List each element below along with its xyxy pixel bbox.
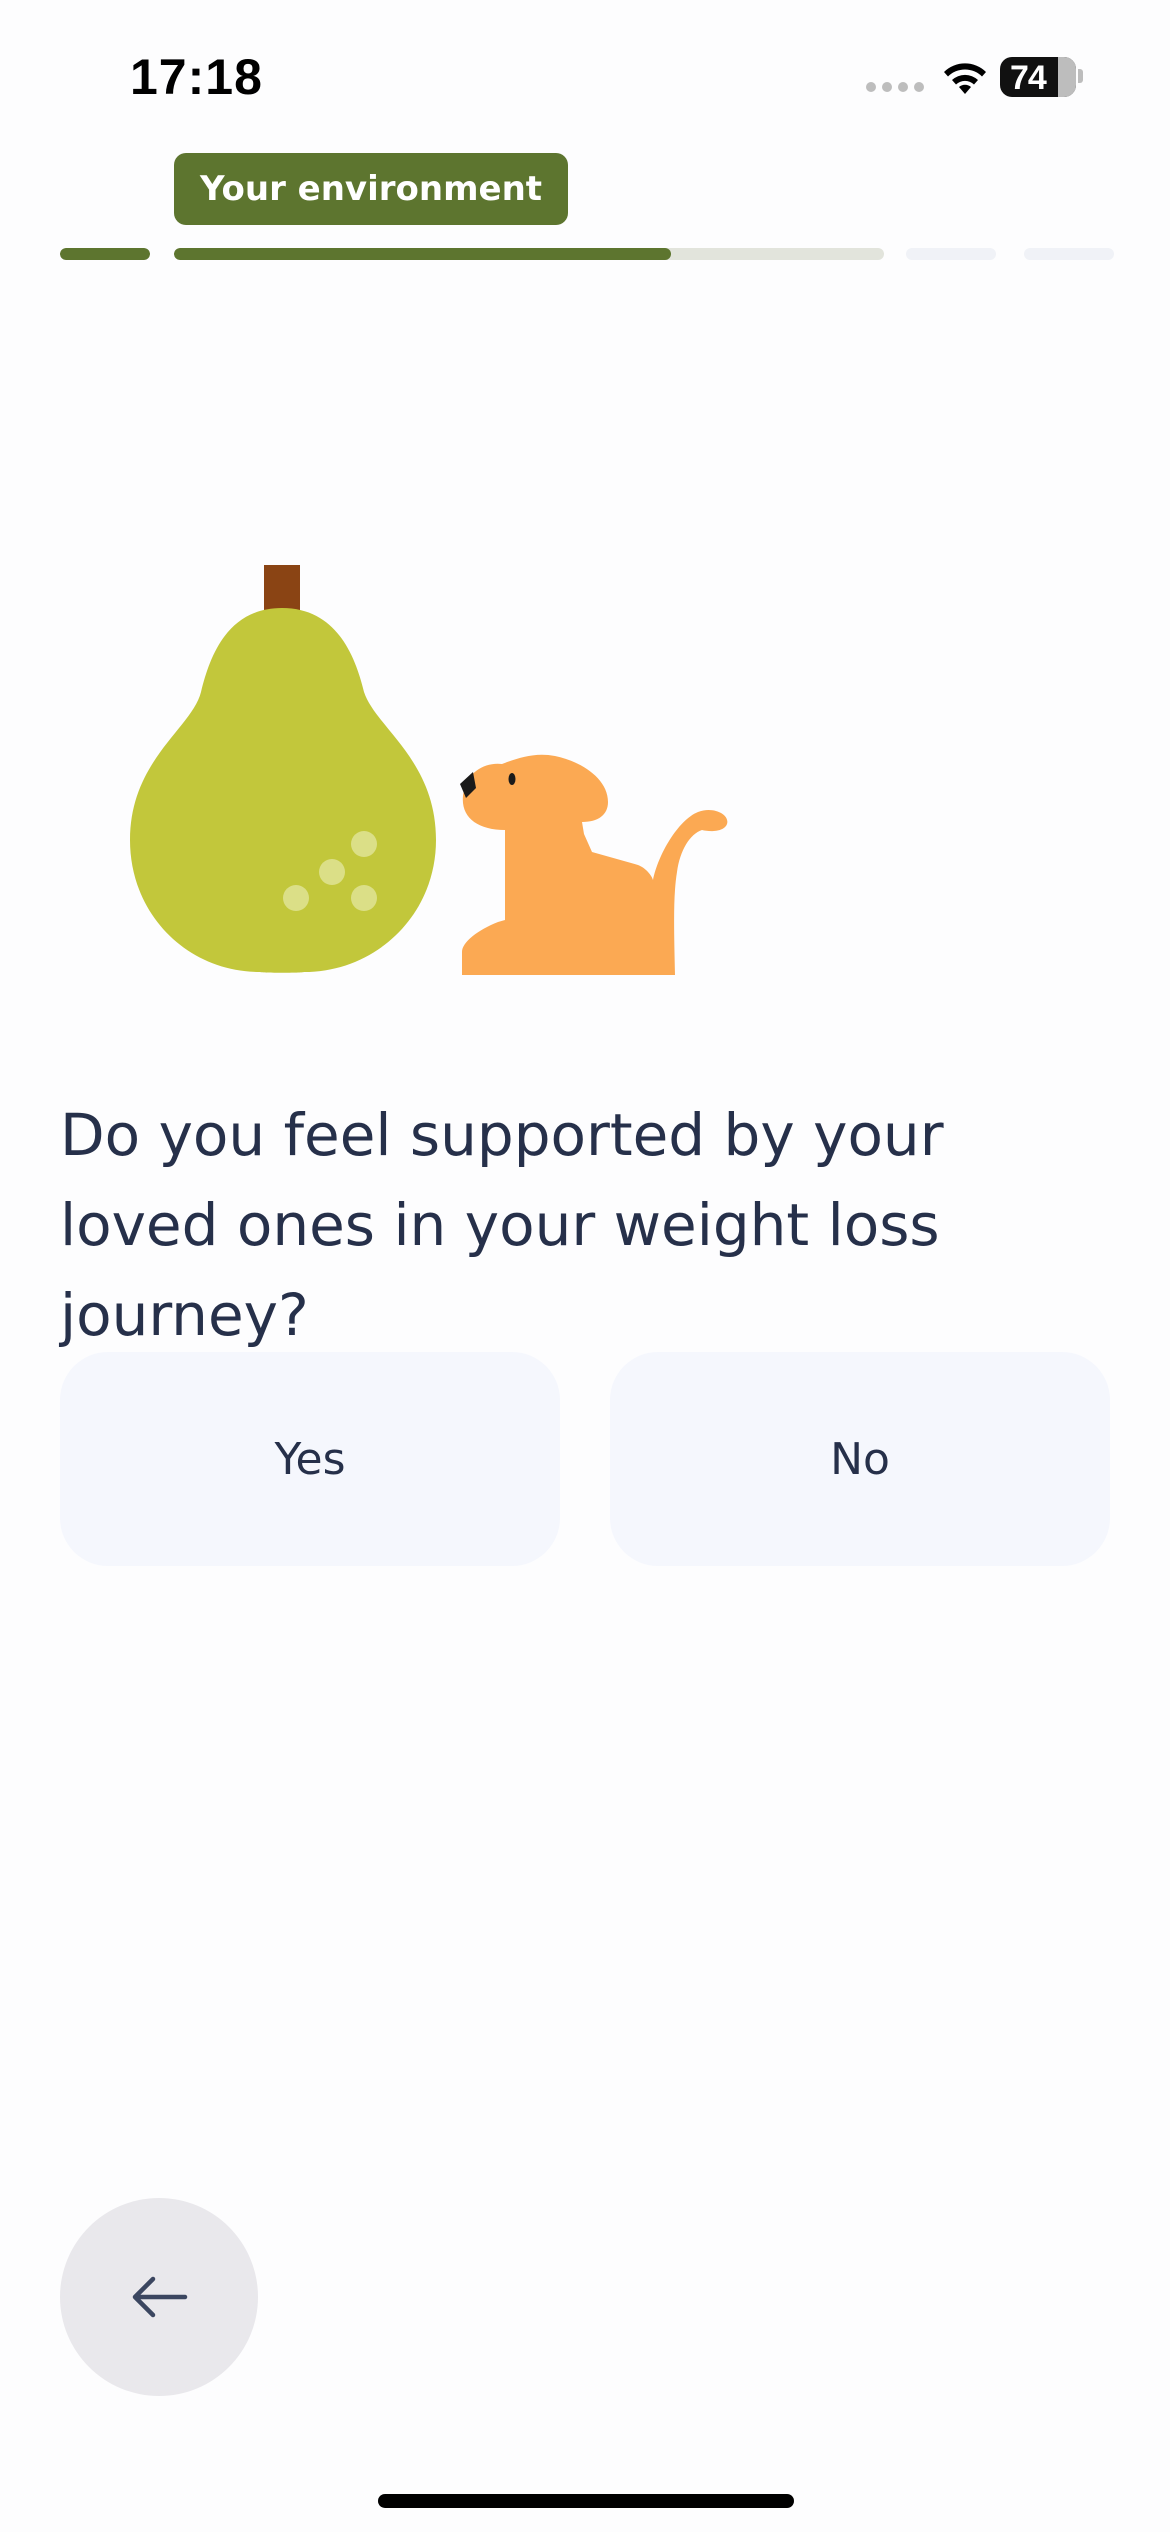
back-button[interactable] [60,2198,258,2396]
screen: 17:18 74 Your environment Do you feel su… [0,0,1170,2532]
progress-segment-4 [1024,248,1114,260]
progress-segment-3 [906,248,996,260]
yes-button-label: Yes [274,1433,346,1485]
progress-segment-1 [60,248,150,260]
battery-cap [1078,69,1083,83]
cat-icon [460,754,728,975]
progress-segment-2 [174,248,884,260]
battery-level: 74 [1010,59,1047,97]
question-text: Do you feel supported by your loved ones… [60,1101,944,1349]
yes-button[interactable]: Yes [60,1352,560,1566]
status-icons: 74 [840,52,1090,102]
battery-icon: 74 [1000,57,1076,97]
no-button-label: No [830,1433,890,1485]
status-time: 17:18 [130,49,263,105]
no-button[interactable]: No [610,1352,1110,1566]
section-chip: Your environment [174,153,569,225]
arrow-left-icon [132,2276,188,2318]
illustration [130,565,728,975]
progress-fill-2 [174,248,671,260]
progress-fill-1 [60,248,150,260]
home-indicator[interactable] [378,2494,794,2508]
wifi-icon [944,63,986,94]
pear-icon [130,565,436,973]
cellular-signal-icon [866,82,924,92]
